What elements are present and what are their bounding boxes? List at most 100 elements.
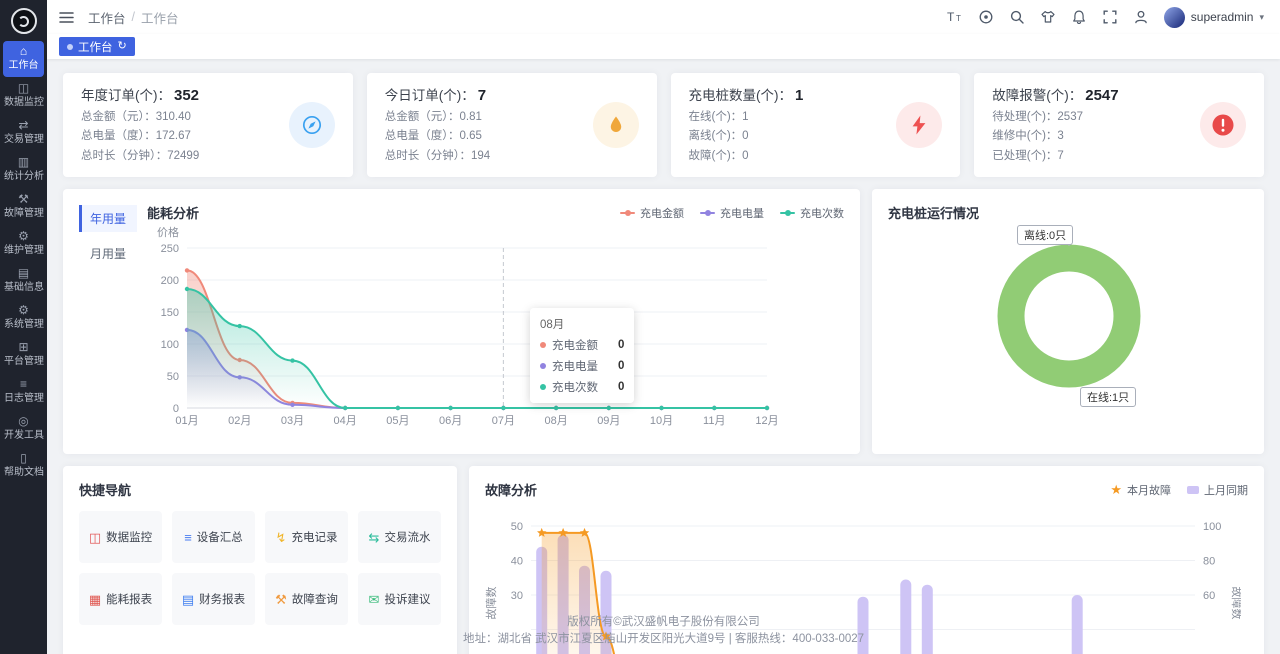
energy-chart-area: 能耗分析 充电金额充电电量充电次数 050100150200250价格01月02… — [147, 203, 844, 440]
finance-report-icon: ▤ — [182, 593, 194, 606]
sidebar-item[interactable]: ◫数据监控 — [3, 78, 44, 114]
stat-card: 充电桩数量(个)：1在线(个)：1离线(个)：0故障(个)：0 — [671, 73, 961, 177]
sidebar-item-icon: ▤ — [3, 267, 44, 280]
stat-card-subline: 已处理(个)：7 — [992, 147, 1118, 167]
bolt-icon — [896, 102, 942, 148]
refresh-icon[interactable]: ↻ — [118, 41, 127, 52]
sidebar-item[interactable]: ▤基础信息 — [3, 263, 44, 299]
fault-legend: ★本月故障上月同期 — [1110, 482, 1248, 498]
sidebar-item[interactable]: ⚙系统管理 — [3, 300, 44, 336]
sidebar-item[interactable]: ⇄交易管理 — [3, 115, 44, 151]
sidebar-item[interactable]: ◎开发工具 — [3, 411, 44, 447]
menu-collapse-icon[interactable] — [59, 11, 74, 24]
user-menu[interactable]: superadmin ▾ — [1164, 7, 1264, 28]
energy-report-icon: ▦ — [89, 593, 101, 606]
sidebar-item[interactable]: ⚒故障管理 — [3, 189, 44, 225]
tab-workbench[interactable]: 工作台 ↻ — [59, 37, 135, 56]
svg-text:01月: 01月 — [175, 415, 198, 427]
sidebar-item-label: 平台管理 — [4, 354, 43, 367]
theme-icon[interactable] — [1040, 9, 1056, 25]
quick-nav-item[interactable]: ↯充电记录 — [265, 511, 348, 563]
app-logo[interactable] — [11, 8, 37, 34]
quick-nav-label: 投诉建议 — [384, 591, 430, 607]
legend-label: 充电电量 — [720, 205, 764, 221]
sidebar-item-label: 日志管理 — [4, 391, 43, 404]
fullscreen-icon[interactable] — [1102, 9, 1118, 25]
topbar-actions: TT superadmin ▾ — [947, 7, 1264, 28]
quick-nav-item[interactable]: ≡设备汇总 — [172, 511, 255, 563]
legend-item[interactable]: ★本月故障 — [1110, 482, 1171, 498]
sidebar-item[interactable]: ⌂工作台 — [3, 41, 44, 77]
svg-text:07月: 07月 — [492, 415, 515, 427]
star-icon: ★ — [1110, 483, 1122, 496]
stat-card-subline: 总电量（度）：0.65 — [385, 127, 490, 147]
stat-card-subline: 总金额（元）：310.40 — [81, 108, 199, 128]
legend-item[interactable]: 充电金额 — [620, 205, 684, 221]
stat-card-subline: 在线(个)：1 — [689, 108, 804, 128]
text-size-icon[interactable]: TT — [947, 9, 963, 25]
svg-text:30: 30 — [511, 590, 523, 602]
quick-nav-item[interactable]: ⚒故障查询 — [265, 573, 348, 625]
svg-text:0: 0 — [173, 403, 179, 415]
quick-nav-item[interactable]: ◫ 数据监控 — [79, 511, 162, 563]
alert-icon — [1200, 102, 1246, 148]
svg-text:故障数: 故障数 — [485, 587, 498, 620]
sidebar-item-label: 维护管理 — [4, 243, 43, 256]
sidebar-item-icon: ▯ — [3, 452, 44, 465]
monitor-icon: ◫ — [89, 531, 101, 544]
tab-year-usage[interactable]: 年用量 — [79, 205, 137, 232]
quick-nav-item[interactable]: ▤财务报表 — [172, 573, 255, 625]
stat-card-subline: 待处理(个)：2537 — [992, 108, 1118, 128]
legend-item[interactable]: 上月同期 — [1187, 482, 1248, 498]
sidebar-item-label: 基础信息 — [4, 280, 43, 293]
sidebar-item-icon: ▥ — [3, 156, 44, 169]
stat-card-subline: 维修中(个)：3 — [992, 127, 1118, 147]
legend-label: 充电次数 — [800, 205, 844, 221]
sidebar-nav: ⌂工作台◫数据监控⇄交易管理▥统计分析⚒故障管理⚙维护管理▤基础信息⚙系统管理⊞… — [0, 40, 47, 485]
tab-month-usage[interactable]: 月用量 — [79, 240, 137, 267]
fault-bar-line-chart[interactable]: 5040301008060故障数故障数 — [485, 503, 1241, 654]
svg-text:80: 80 — [1203, 556, 1215, 568]
line-marker-icon — [780, 212, 795, 214]
svg-text:06月: 06月 — [439, 415, 462, 427]
svg-text:05月: 05月 — [386, 415, 409, 427]
sidebar-item[interactable]: ⊞平台管理 — [3, 337, 44, 373]
energy-line-chart[interactable]: 050100150200250价格01月02月03月04月05月06月07月08… — [147, 224, 837, 430]
legend-item[interactable]: 充电次数 — [780, 205, 844, 221]
charge-record-icon: ↯ — [276, 531, 287, 544]
stat-card: 故障报警(个)：2547待处理(个)：2537维修中(个)：3已处理(个)：7 — [974, 73, 1264, 177]
quick-nav-item[interactable]: ⇆交易流水 — [358, 511, 441, 563]
breadcrumb-item[interactable]: 工作台 — [88, 8, 126, 27]
search-icon[interactable] — [1009, 9, 1025, 25]
droplet-icon — [593, 102, 639, 148]
feedback-icon: ✉ — [369, 593, 380, 606]
quick-nav-item[interactable]: ▦能耗报表 — [79, 573, 162, 625]
svg-text:200: 200 — [161, 275, 179, 287]
sidebar-item[interactable]: ≡日志管理 — [3, 374, 44, 410]
sidebar-item-label: 工作台 — [4, 58, 43, 71]
quick-nav-item[interactable]: ✉ 投诉建议 — [358, 573, 441, 625]
quick-nav-label: 数据监控 — [106, 529, 152, 545]
username: superadmin — [1191, 10, 1254, 24]
sidebar-item[interactable]: ▯帮助文档 — [3, 448, 44, 484]
breadcrumb-current: 工作台 — [141, 8, 179, 27]
stat-card-value: 352 — [174, 87, 199, 104]
sidebar-item-label: 统计分析 — [4, 169, 43, 182]
online-count-label: 在线:1只 — [1080, 387, 1136, 407]
quick-nav-title: 快捷导航 — [79, 480, 131, 499]
svg-text:50: 50 — [167, 371, 179, 383]
bell-icon[interactable] — [1071, 9, 1087, 25]
legend-item[interactable]: 充电电量 — [700, 205, 764, 221]
sidebar-item[interactable]: ▥统计分析 — [3, 152, 44, 188]
svg-text:故障数: 故障数 — [1230, 587, 1241, 620]
profile-icon[interactable] — [1133, 9, 1149, 25]
sidebar-item[interactable]: ⚙维护管理 — [3, 226, 44, 262]
sidebar-item-icon: ⚙ — [3, 304, 44, 317]
line-marker-icon — [620, 212, 635, 214]
sidebar-item-icon: ⇄ — [3, 119, 44, 132]
sidebar-item-label: 数据监控 — [4, 95, 43, 108]
sidebar: ⌂工作台◫数据监控⇄交易管理▥统计分析⚒故障管理⚙维护管理▤基础信息⚙系统管理⊞… — [0, 0, 47, 654]
target-icon[interactable] — [978, 9, 994, 25]
svg-text:09月: 09月 — [597, 415, 620, 427]
quick-nav-label: 交易流水 — [384, 529, 430, 545]
